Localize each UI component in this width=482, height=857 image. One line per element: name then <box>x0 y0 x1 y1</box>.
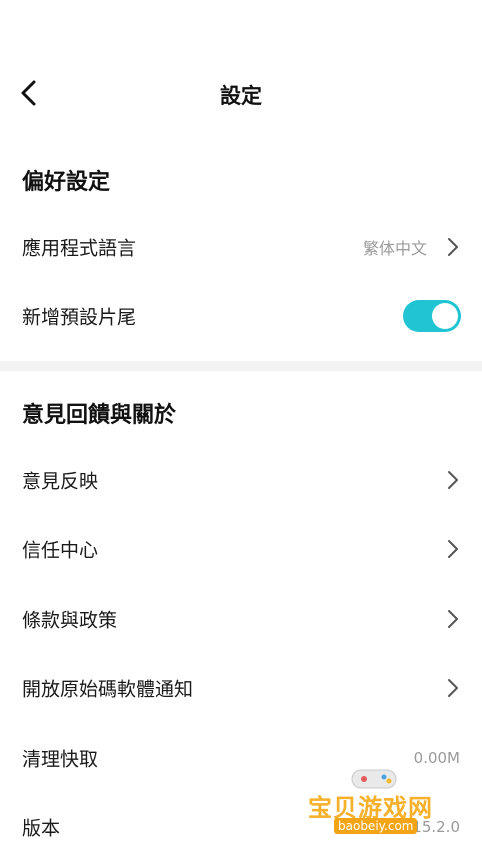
section-title-feedback: 意見回饋與關於 <box>22 403 177 428</box>
terms-policies-label: 條款與政策 <box>22 609 118 632</box>
add-default-ending-row: 新增預設片尾 <box>0 286 482 346</box>
top-bar: 設定 <box>0 60 482 126</box>
section-title-preferences: 偏好設定 <box>22 170 111 195</box>
chevron-right-icon <box>446 608 460 630</box>
chevron-right-icon <box>446 469 460 491</box>
add-default-ending-toggle[interactable] <box>403 300 461 332</box>
clear-cache-label: 清理快取 <box>22 748 99 771</box>
chevron-right-icon <box>446 538 460 560</box>
chevron-right-icon <box>446 677 460 699</box>
version-value: 15.2.0 <box>412 818 460 836</box>
chevron-right-icon <box>446 236 460 258</box>
cache-size-value: 0.00M <box>413 749 460 767</box>
app-language-row[interactable]: 應用程式語言 繁体中文 <box>0 217 482 277</box>
trust-center-row[interactable]: 信任中心 <box>0 519 482 579</box>
section-divider <box>0 361 482 371</box>
version-row: 版本 15.2.0 <box>0 797 482 857</box>
add-default-ending-label: 新增預設片尾 <box>22 306 137 329</box>
app-language-label: 應用程式語言 <box>22 237 137 260</box>
version-label: 版本 <box>22 817 61 840</box>
app-language-value: 繁体中文 <box>362 239 427 258</box>
feedback-label: 意見反映 <box>22 470 99 493</box>
open-source-notice-row[interactable]: 開放原始碼軟體通知 <box>0 658 482 718</box>
page-title: 設定 <box>220 84 262 108</box>
trust-center-label: 信任中心 <box>22 539 99 562</box>
feedback-row[interactable]: 意見反映 <box>0 450 482 510</box>
terms-policies-row[interactable]: 條款與政策 <box>0 589 482 649</box>
open-source-notice-label: 開放原始碼軟體通知 <box>22 678 194 701</box>
clear-cache-row[interactable]: 清理快取 0.00M <box>0 728 482 788</box>
toggle-knob <box>432 303 458 329</box>
